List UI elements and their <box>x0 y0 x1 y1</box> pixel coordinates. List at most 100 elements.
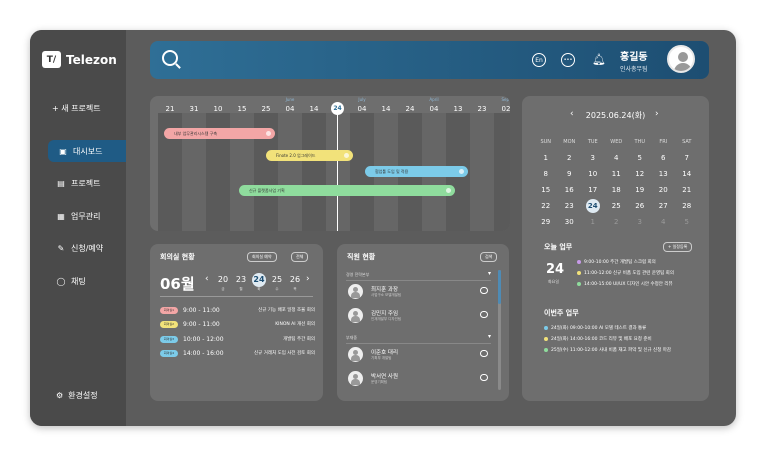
timeline-bar-label: 협업툴 도입 및 적용 <box>375 168 409 174</box>
week-day[interactable]: 23 <box>233 275 249 284</box>
calendar-day[interactable]: 3 <box>581 154 605 162</box>
calendar-day[interactable]: 9 <box>558 170 582 178</box>
sidebar-item-chat[interactable]: ◯ 채팅 <box>48 270 126 292</box>
calendar-day[interactable]: 16 <box>558 186 582 194</box>
chat-icon[interactable] <box>480 350 488 357</box>
calendar-day[interactable]: 14 <box>675 170 699 178</box>
calendar-day[interactable]: 10 <box>581 170 605 178</box>
week-task-item[interactable]: 24일(화) 09:00-10:00 AI 모델 테스트 결과 통류 <box>544 325 646 331</box>
calendar-day[interactable]: 19 <box>628 186 652 194</box>
employee-row[interactable]: 박서연 사원 운영기획팀 <box>348 370 488 392</box>
calendar-day[interactable]: 1 <box>534 154 558 162</box>
meeting-row[interactable]: 회의실4 14:00 - 16:00 신규 거래처 도입 사전 검토 회의 <box>160 347 315 359</box>
week-day[interactable]: 26 <box>287 275 303 284</box>
message-icon[interactable]: ••• <box>561 53 575 67</box>
sidebar-item-work[interactable]: ▦ 업무관리 <box>48 205 126 227</box>
reserve-room-button[interactable]: 회의실 예약 <box>247 252 277 262</box>
chevron-right-icon[interactable]: › <box>655 109 659 119</box>
today-task-item[interactable]: 9:00-10:00 주간 개발팀 스크럼 회의 <box>577 259 656 265</box>
calendar-day[interactable]: 22 <box>534 202 558 210</box>
chat-icon[interactable] <box>480 311 488 318</box>
settings-button[interactable]: ⚙ 환경설정 <box>56 390 98 401</box>
calendar-day[interactable]: 5 <box>628 154 652 162</box>
calendar-day[interactable]: 2 <box>605 218 629 226</box>
sidebar-item-dashboard[interactable]: ▣ 대시보드 <box>48 140 126 162</box>
calendar-day[interactable]: 1 <box>581 218 605 226</box>
avatar[interactable] <box>667 45 695 73</box>
language-button[interactable]: En <box>532 53 546 67</box>
week-task-item[interactable]: 24일(화) 14:00-16:00 코드 리뷰 및 배포 요청 준비 <box>544 336 652 342</box>
calendar-day[interactable]: 21 <box>675 186 699 194</box>
week-day-name: 수 <box>275 287 279 291</box>
add-schedule-button[interactable]: + 일정등록 <box>663 242 693 252</box>
meeting-row[interactable]: 회의실1 9:00 - 11:00 신규 기능 배포 일정 조율 회의 <box>160 304 315 316</box>
calendar-day[interactable]: 17 <box>581 186 605 194</box>
bell-icon[interactable]: 🔔︎ <box>592 53 606 66</box>
week-day[interactable]: 25 <box>269 275 285 284</box>
calendar-day[interactable]: 28 <box>675 202 699 210</box>
calendar-weekday: MON <box>563 139 576 145</box>
calendar-icon: ▣ <box>59 146 67 156</box>
chat-icon[interactable] <box>480 374 488 381</box>
timeline-bar[interactable]: 협업툴 도입 및 적용 <box>365 166 468 177</box>
employee-row[interactable]: 최지훈 과장 사업구소 모델개발팀 <box>348 283 488 305</box>
meeting-title: 회의실 현황 <box>160 253 195 261</box>
calendar-day[interactable]: 12 <box>628 170 652 178</box>
calendar-day[interactable]: 20 <box>652 186 676 194</box>
scrollbar[interactable] <box>498 270 501 390</box>
settings-label: 환경설정 <box>68 391 98 400</box>
logo[interactable]: T/ Telezon <box>42 51 117 68</box>
calendar-day[interactable]: 7 <box>675 154 699 162</box>
week-task-item[interactable]: 25일(수) 11:00-12:00 사내 비품 재고 파악 및 신규 신청 마… <box>544 347 671 353</box>
calendar-day[interactable]: 3 <box>628 218 652 226</box>
employee-row[interactable]: 김민지 주임 인재개발부 디자인팀 <box>348 307 488 329</box>
calendar-day[interactable]: 23 <box>558 202 582 210</box>
calendar-day[interactable]: 26 <box>628 202 652 210</box>
chevron-left-icon[interactable]: ‹ <box>205 274 209 284</box>
sidebar-item-request[interactable]: ✎ 신청/예약 <box>48 237 126 259</box>
meeting-row[interactable]: 회의실3 10:00 - 12:00 개발팀 주간 회의 <box>160 333 315 345</box>
employee-group[interactable]: 부재중 <box>346 333 491 344</box>
calendar-day[interactable]: 18 <box>605 186 629 194</box>
week-day-selected[interactable]: 24 <box>251 275 267 284</box>
today-task-item[interactable]: 11:00-12:00 신규 비품 도입 관련 운영팀 회의 <box>577 270 674 276</box>
timeline-column <box>494 113 510 231</box>
calendar-day[interactable]: 11 <box>605 170 629 178</box>
employee-group[interactable]: 경영 전략본부 <box>346 270 491 281</box>
sidebar-item-projects[interactable]: ▤ 프로젝트 <box>48 172 126 194</box>
view-all-dropdown[interactable]: 전체 <box>291 252 309 262</box>
meeting-month: 06월 <box>160 275 195 293</box>
timeline-today-marker[interactable]: 24 <box>331 102 344 115</box>
week-day[interactable]: 20 <box>215 275 231 284</box>
timeline-bar[interactable]: 내부 업무관리시스템 구축 <box>164 128 275 139</box>
calendar-day[interactable]: 30 <box>558 218 582 226</box>
meeting-row[interactable]: 회의실2 9:00 - 11:00 KINON AI 개선 회의 <box>160 318 315 330</box>
employee-search-button[interactable]: 검색 <box>480 252 498 262</box>
chevron-right-icon[interactable]: › <box>306 274 310 284</box>
week-day-name: 목 <box>293 287 297 291</box>
new-project-button[interactable]: + 새 프로젝트 <box>52 103 101 114</box>
week-day-name: 월 <box>239 287 243 291</box>
employee-row[interactable]: 이준호 대리 기획부 개발팀 <box>348 346 488 368</box>
user-role: 인사총무팀 <box>620 66 648 73</box>
project-timeline: 21 31 10 15 25 June 04 14 24 July 04 14 24 April 04 13 2… <box>150 96 510 231</box>
calendar-day[interactable]: 2 <box>558 154 582 162</box>
calendar-day[interactable]: 25 <box>605 202 629 210</box>
today-task-item[interactable]: 14:00-15:00 UI/UX 디자인 시안 수정안 리뷰 <box>577 281 673 287</box>
chat-icon[interactable] <box>480 287 488 294</box>
search-icon[interactable] <box>162 50 178 66</box>
calendar-day[interactable]: 29 <box>534 218 558 226</box>
calendar-day-today[interactable]: 24 <box>581 199 605 213</box>
timeline-bar[interactable]: 신규 플랫폼사업 기획 <box>239 185 455 196</box>
calendar-day[interactable]: 4 <box>652 218 676 226</box>
calendar-day[interactable]: 5 <box>675 218 699 226</box>
calendar-day[interactable]: 27 <box>652 202 676 210</box>
calendar-day[interactable]: 13 <box>652 170 676 178</box>
dot-icon <box>344 153 349 158</box>
calendar-day[interactable]: 15 <box>534 186 558 194</box>
calendar-day[interactable]: 8 <box>534 170 558 178</box>
employee-dept: 기획부 개발팀 <box>371 356 392 360</box>
calendar-day[interactable]: 6 <box>652 154 676 162</box>
calendar-day[interactable]: 4 <box>605 154 629 162</box>
timeline-bar[interactable]: Finote 2.0 업그레이드 <box>266 150 353 161</box>
